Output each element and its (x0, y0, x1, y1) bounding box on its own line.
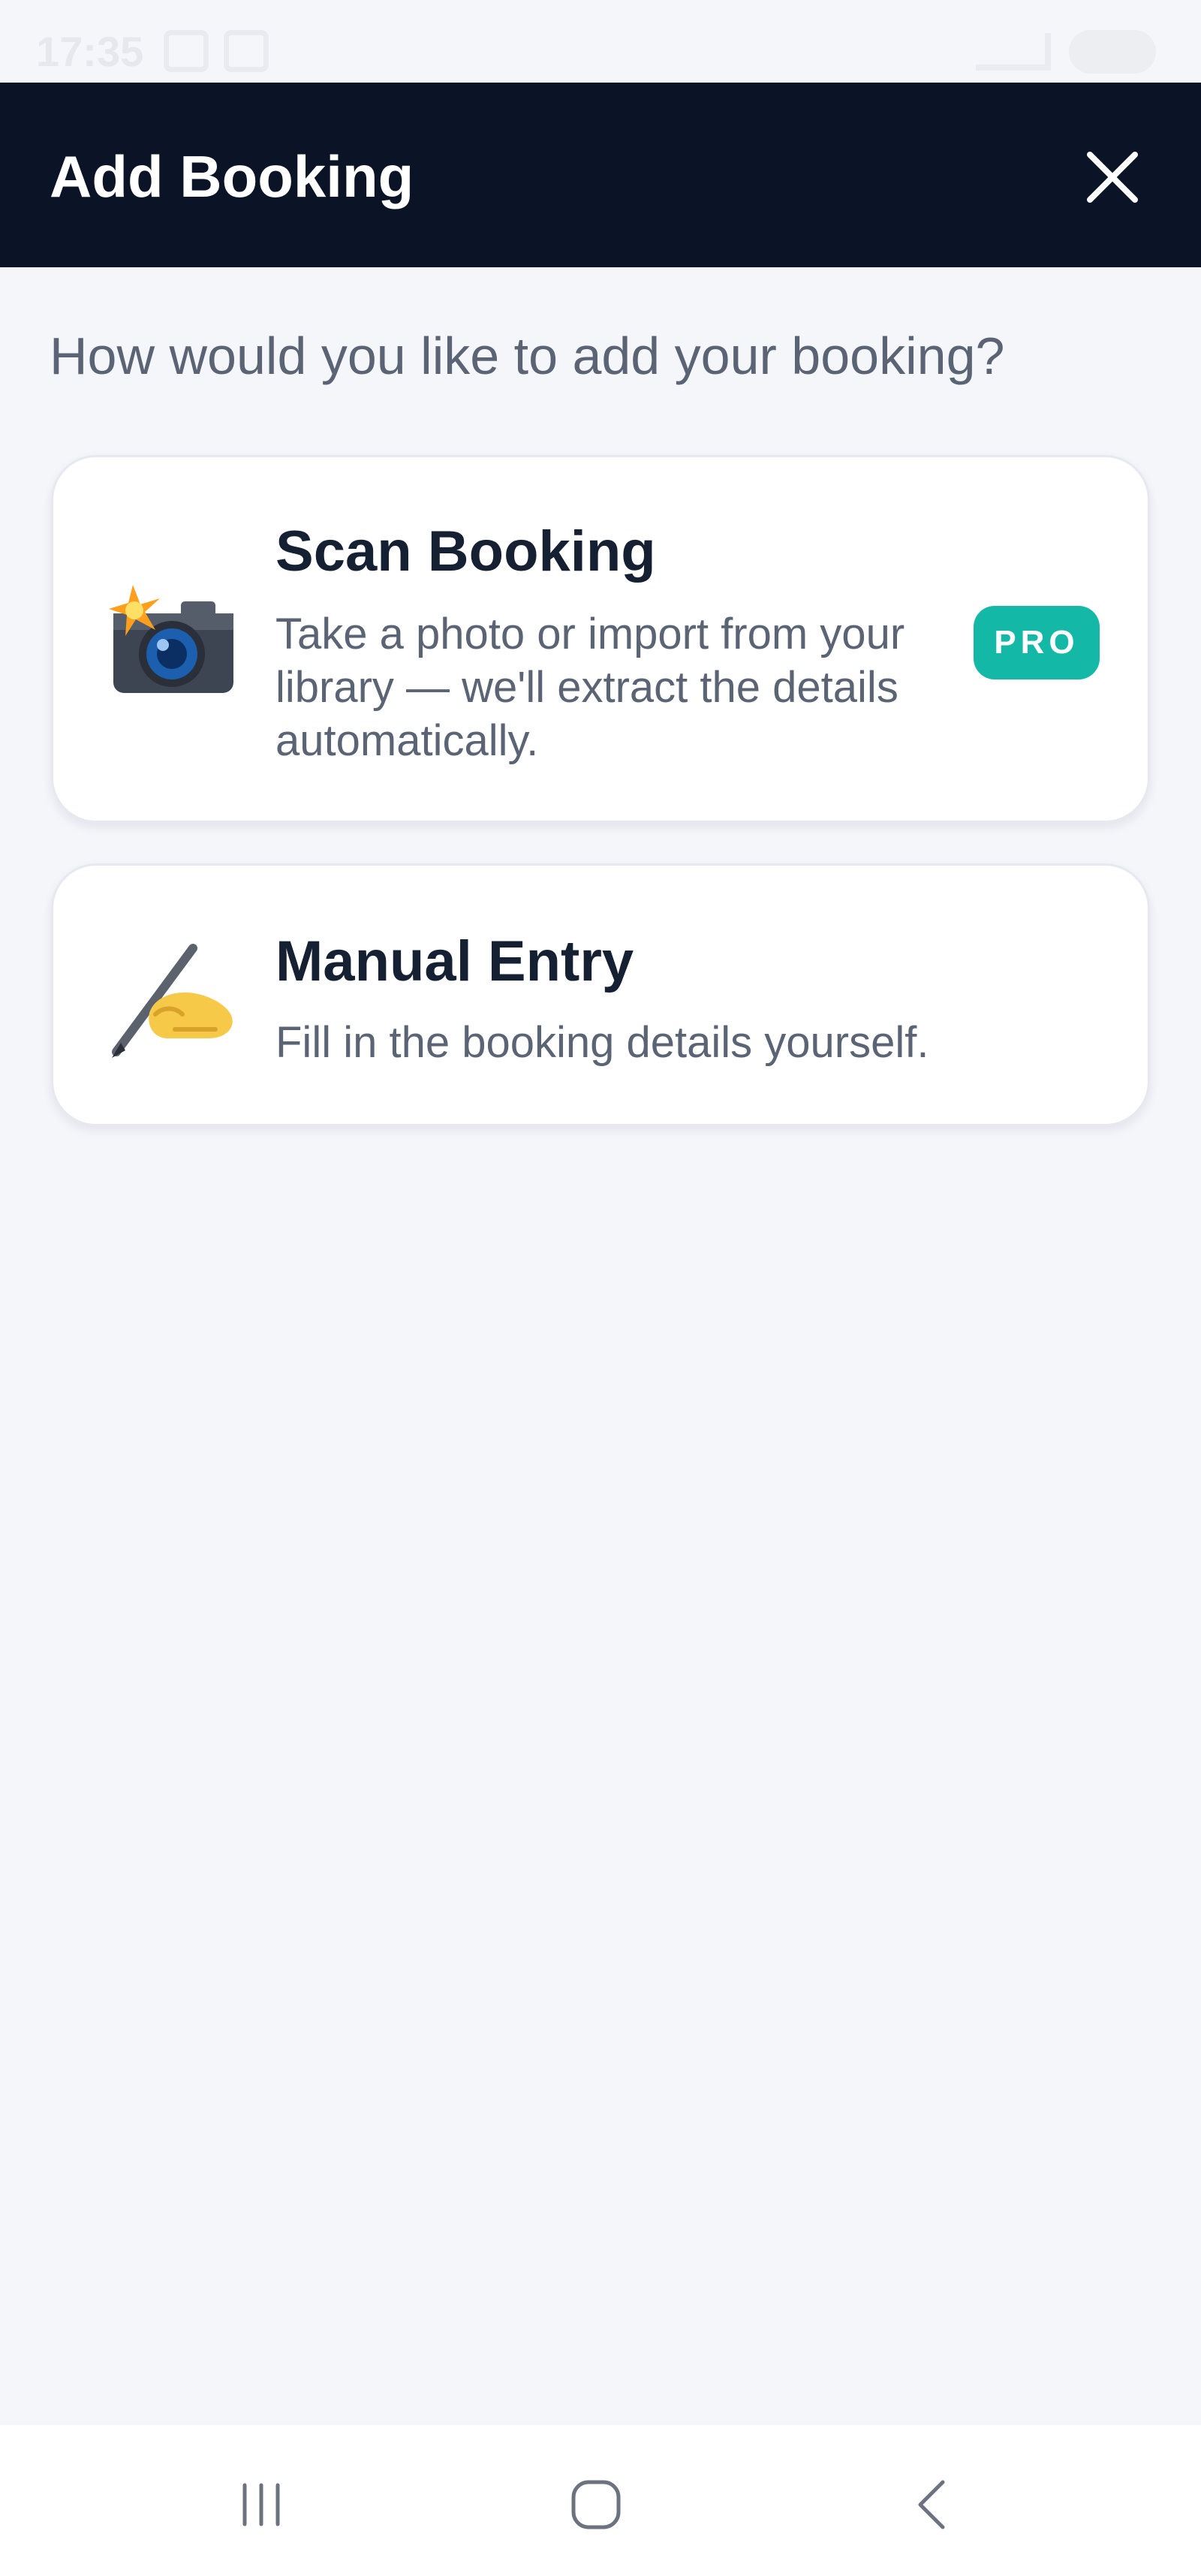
status-bar: 17:35 (0, 0, 1201, 83)
pro-badge: PRO (974, 606, 1100, 679)
close-icon (1087, 152, 1138, 203)
recents-icon (242, 2483, 280, 2526)
writing-hand-icon (103, 926, 241, 1064)
option-title: Scan Booking (275, 520, 656, 583)
option-description: Fill in the booking details yourself. (275, 1018, 929, 1067)
signal-icon (976, 33, 1051, 71)
home-button[interactable] (558, 2467, 634, 2542)
system-nav-bar (0, 2425, 1201, 2576)
status-notification-icons (164, 30, 269, 72)
linkedin-icon (224, 30, 269, 72)
option-title: Manual Entry (275, 929, 634, 993)
home-icon (571, 2480, 621, 2529)
status-system-icons (976, 30, 1156, 74)
scan-booking-option[interactable]: Scan Booking Take a photo or import from… (51, 455, 1150, 823)
screenshot-icon (164, 30, 209, 72)
prompt-text: How would you like to add your booking? (50, 327, 1005, 385)
close-button[interactable] (1079, 144, 1145, 210)
camera-with-flash-icon (103, 570, 241, 708)
status-time: 17:35 (36, 28, 144, 75)
app-header: Add Booking (0, 83, 1201, 267)
manual-entry-option[interactable]: Manual Entry Fill in the booking details… (51, 863, 1150, 1126)
recents-button[interactable] (224, 2467, 299, 2542)
page-title: Add Booking (50, 143, 414, 209)
back-icon (918, 2480, 945, 2529)
battery-icon (1069, 30, 1156, 74)
back-button[interactable] (895, 2467, 970, 2542)
option-description: Take a photo or import from your library… (275, 610, 905, 765)
